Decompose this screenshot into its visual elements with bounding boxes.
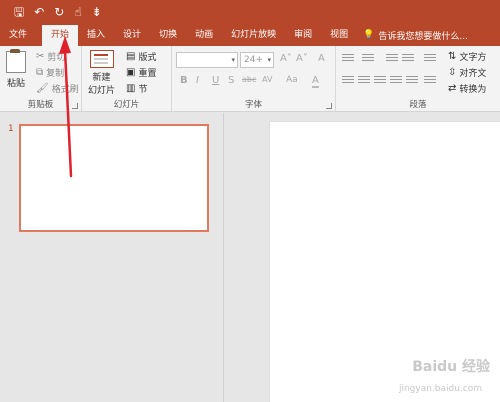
tab-view[interactable]: 视图: [321, 24, 357, 46]
font-color-button[interactable]: A: [312, 76, 319, 88]
align-text-button[interactable]: ⇳ 对齐文: [448, 66, 486, 79]
distributed-icon[interactable]: [406, 76, 418, 86]
chevron-down-icon: ▾: [231, 56, 235, 64]
grow-font-button[interactable]: A˄: [280, 54, 292, 64]
scissors-icon: ✂: [36, 50, 45, 62]
format-painter-button[interactable]: 🖌 格式刷: [36, 82, 79, 95]
align-text-icon: ⇳: [448, 66, 457, 78]
baidu-watermark-url: jingyan.baidu.com: [398, 384, 482, 394]
font-size-combo[interactable]: 24+ ▾: [240, 52, 274, 68]
copy-button[interactable]: ⧉ 复制: [36, 66, 64, 79]
bold-button[interactable]: B: [180, 76, 188, 86]
tab-home[interactable]: 开始: [42, 25, 79, 46]
copy-icon: ⧉: [36, 66, 44, 78]
clipboard-launcher-icon[interactable]: [72, 103, 78, 109]
save-icon[interactable]: 🖫: [14, 6, 24, 18]
brush-icon: 🖌: [36, 82, 49, 94]
justify-icon[interactable]: [390, 76, 402, 86]
ribbon-tabs: 文件 开始 插入 设计 切换 动画 幻灯片放映 审阅 视图 💡 告诉我您想要做什…: [0, 24, 500, 46]
clipboard-group: 粘贴 ✂ 剪切 ⧉ 复制 🖌 格式刷 剪贴板: [0, 46, 82, 112]
font-name-combo[interactable]: ▾: [176, 52, 238, 68]
undo-icon[interactable]: ↶: [34, 6, 44, 18]
line-spacing-icon[interactable]: [424, 54, 436, 64]
ribbon-home: 粘贴 ✂ 剪切 ⧉ 复制 🖌 格式刷 剪贴板 新建 幻灯片 ▤ 版式 ▣ 重置: [0, 46, 500, 112]
text-direction-button[interactable]: ⇅ 文字方: [448, 50, 486, 63]
baidu-watermark: Baidu 经验: [412, 359, 490, 375]
redo-icon[interactable]: ↻: [54, 6, 64, 18]
tab-design[interactable]: 设计: [114, 24, 150, 46]
char-spacing-button[interactable]: AV: [262, 76, 272, 84]
layout-button[interactable]: ▤ 版式: [126, 50, 156, 63]
touch-mode-icon[interactable]: ☝: [74, 6, 81, 18]
slide-number: 1: [8, 124, 14, 134]
text-direction-icon: ⇅: [448, 50, 457, 62]
font-group: ▾ 24+ ▾ A˄ A˅ A B I U S abc AV Aa A 字体: [172, 46, 336, 112]
slide-thumbnail[interactable]: [19, 124, 209, 232]
section-button[interactable]: ▥ 节: [126, 82, 147, 95]
decrease-indent-icon[interactable]: [386, 54, 398, 64]
align-center-icon[interactable]: [358, 76, 370, 86]
new-slide-button[interactable]: 新建 幻灯片: [88, 50, 115, 96]
font-label: 字体: [244, 100, 262, 110]
align-left-icon[interactable]: [342, 76, 354, 86]
increase-indent-icon[interactable]: [402, 54, 414, 64]
italic-button[interactable]: I: [196, 76, 199, 86]
align-right-icon[interactable]: [374, 76, 386, 86]
tab-animations[interactable]: 动画: [186, 24, 222, 46]
slides-label: 幻灯片: [113, 100, 140, 110]
font-launcher-icon[interactable]: [326, 103, 332, 109]
paragraph-group: ⇅ 文字方 ⇳ 对齐文 ⇄ 转换为 段落: [336, 46, 500, 112]
reset-button[interactable]: ▣ 重置: [126, 66, 156, 79]
paste-label: 粘贴: [6, 79, 25, 89]
tab-slideshow[interactable]: 幻灯片放映: [222, 24, 285, 46]
paste-icon: [6, 49, 26, 73]
cut-button[interactable]: ✂ 剪切: [36, 50, 65, 63]
tab-transitions[interactable]: 切换: [150, 24, 186, 46]
new-slide-icon: [89, 50, 114, 68]
shrink-font-button[interactable]: A˅: [296, 54, 308, 64]
chevron-down-icon: ▾: [267, 56, 271, 64]
quick-access-toolbar: 🖫 ↶ ↻ ☝ ⇟: [0, 0, 500, 24]
columns-icon[interactable]: [424, 76, 436, 86]
tell-me-text: 告诉我您想要做什么...: [378, 31, 468, 42]
layout-icon: ▤: [126, 50, 136, 62]
slides-group: 新建 幻灯片 ▤ 版式 ▣ 重置 ▥ 节 幻灯片: [82, 46, 172, 112]
reset-icon: ▣: [126, 66, 136, 78]
paragraph-label: 段落: [409, 100, 427, 110]
clipboard-label: 剪贴板: [27, 100, 54, 110]
smartart-icon: ⇄: [448, 82, 457, 94]
shadow-button[interactable]: S: [228, 76, 234, 86]
customize-qat-icon[interactable]: ⇟: [92, 6, 102, 18]
section-icon: ▥: [126, 82, 136, 94]
strikethrough-button[interactable]: abc: [242, 76, 256, 84]
tell-me-box[interactable]: 💡 告诉我您想要做什么...: [363, 24, 468, 46]
convert-smartart-button[interactable]: ⇄ 转换为: [448, 82, 486, 95]
lightbulb-icon: 💡: [363, 30, 375, 40]
paste-button[interactable]: 粘贴: [6, 49, 26, 89]
tab-file[interactable]: 文件: [0, 24, 36, 46]
underline-button[interactable]: U: [212, 76, 219, 86]
bullets-icon[interactable]: [342, 54, 354, 64]
clear-format-button[interactable]: A: [318, 54, 325, 64]
numbering-icon[interactable]: [362, 54, 374, 64]
tab-review[interactable]: 审阅: [285, 24, 321, 46]
change-case-button[interactable]: Aa: [286, 76, 298, 85]
tab-insert[interactable]: 插入: [78, 24, 114, 46]
